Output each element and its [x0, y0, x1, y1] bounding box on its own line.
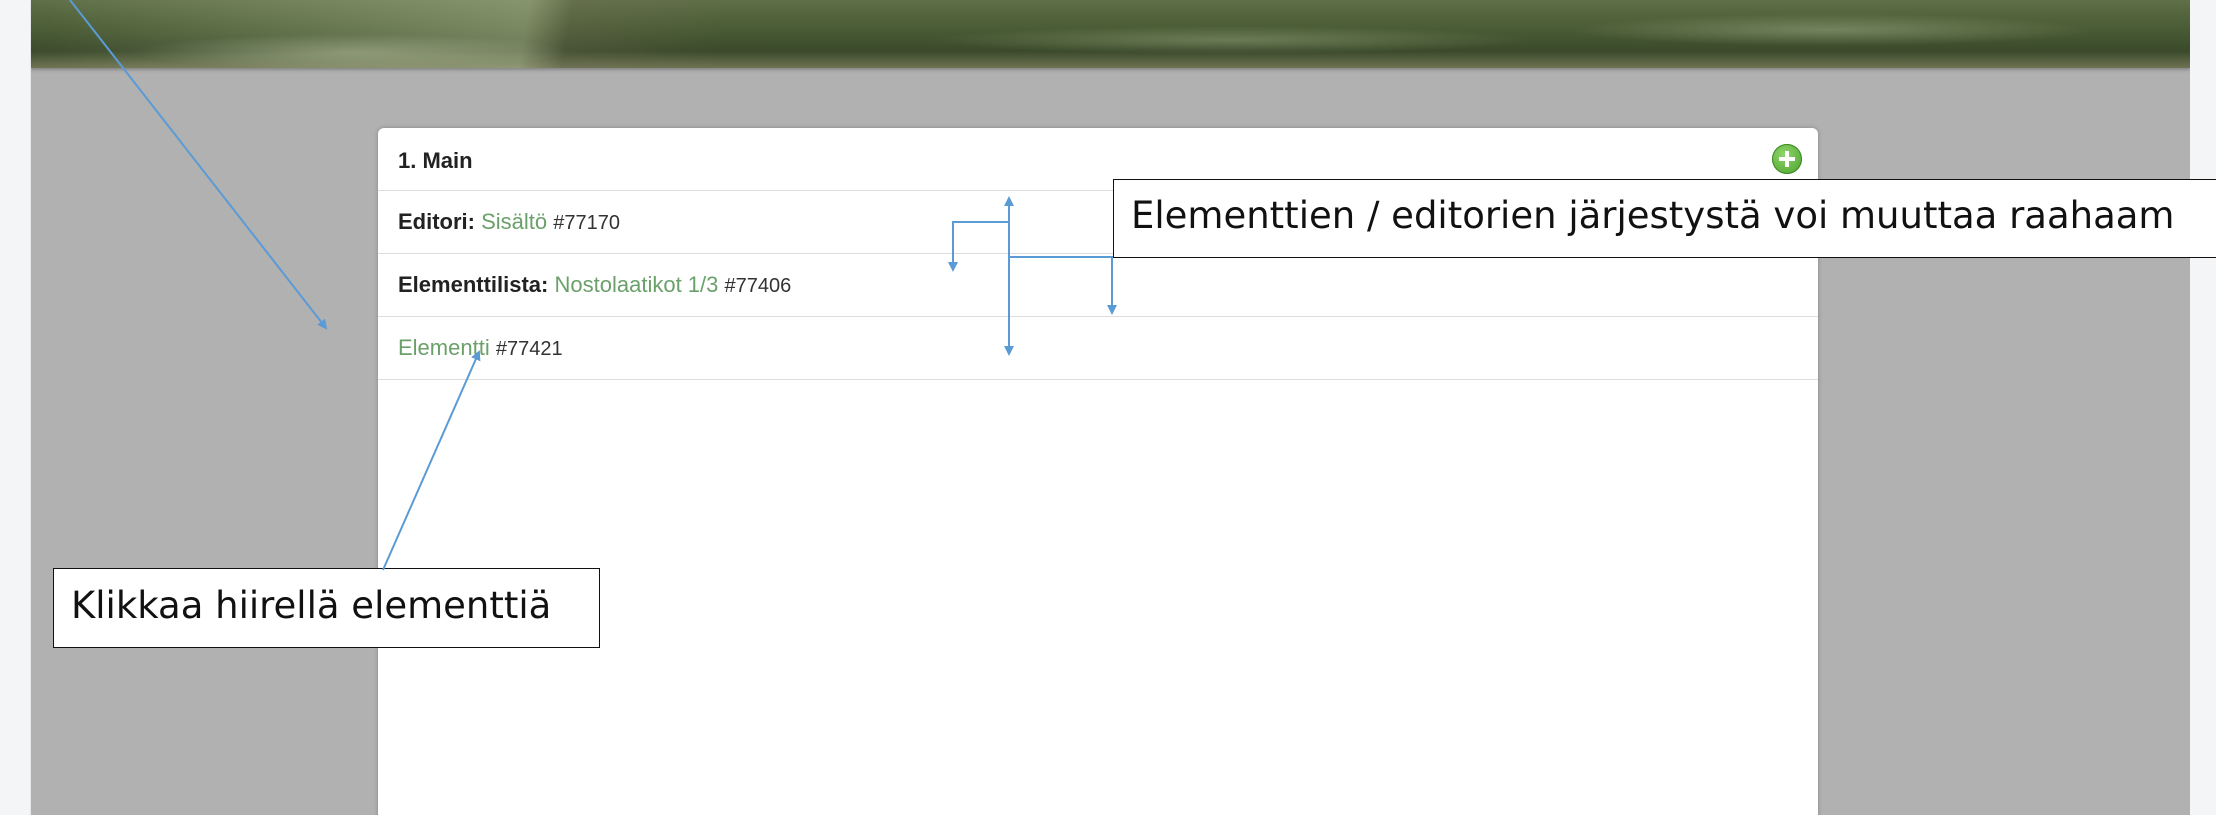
drag-arrow-left [948, 221, 1009, 272]
pointer-arrow-element [382, 350, 481, 571]
annotation-arrows [69, 0, 1117, 571]
drag-arrow-right [1009, 256, 1117, 315]
pointer-arrow-top-left [69, 0, 328, 330]
